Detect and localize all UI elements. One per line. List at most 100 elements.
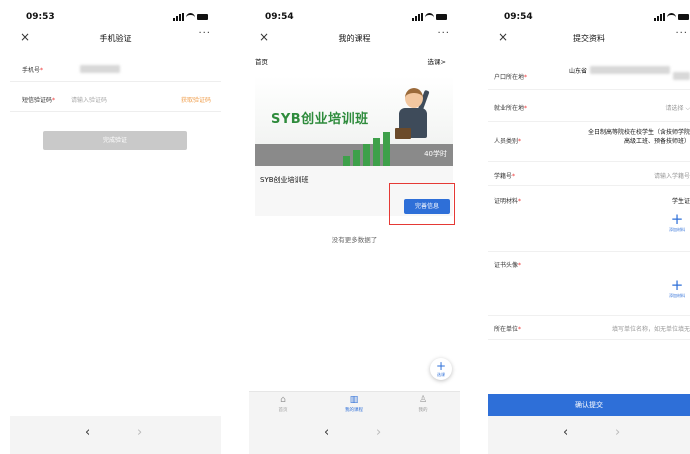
phone-value-blurred (80, 65, 120, 73)
status-icons (173, 13, 209, 21)
page-title: 提交资料 (573, 34, 605, 43)
photo-row: 证书头像* + 添加材料 (488, 252, 690, 316)
nav-bar: × 提交资料 ··· (488, 28, 690, 50)
plus-icon: + (670, 276, 684, 294)
hukou-row[interactable]: 户口所在地* 山东省 (488, 58, 690, 90)
signal-icon (173, 18, 175, 21)
hukou-province: 山东省 (569, 68, 588, 75)
book-icon: ▥ (349, 395, 359, 405)
banner-bar-graphic (363, 144, 370, 166)
select-course-fab[interactable]: + 选课 (430, 358, 452, 380)
my-courses-screen: 09:54 × 我的课程 ··· 首页 选课> SYB创业培训班 40学时 SY… (249, 0, 460, 454)
job-location-select[interactable]: 请选择 ⌵ (666, 103, 690, 113)
student-id-input[interactable]: 请输入学籍号 (654, 171, 690, 180)
more-icon[interactable]: ··· (198, 28, 211, 39)
course-name: SYB创业培训班 (260, 176, 309, 184)
forward-icon[interactable]: › (376, 425, 381, 440)
status-icons (412, 13, 448, 21)
photo-label: 证书头像* (494, 262, 522, 269)
nav-bar: × 我的课程 ··· (249, 28, 460, 50)
person-icon: ♙ (418, 395, 428, 405)
job-location-row[interactable]: 就业所在地* 请选择 ⌵ (488, 90, 690, 122)
signal-icon (663, 13, 665, 21)
sms-row: 短信验证码* 请输入验证码 获取验证码 (10, 86, 221, 112)
more-icon[interactable]: ··· (675, 28, 688, 39)
proof-label: 证明材料* (494, 198, 522, 205)
wifi-icon (667, 13, 676, 22)
signal-icon (176, 16, 178, 21)
signal-icon (421, 13, 423, 21)
page-title: 我的课程 (338, 34, 371, 43)
status-time: 09:54 (265, 12, 294, 22)
more-icon[interactable]: ··· (437, 28, 450, 39)
add-photo-button[interactable]: + 添加材料 (666, 278, 688, 299)
wifi-icon (425, 13, 434, 22)
add-material-button[interactable]: + 添加材料 (666, 212, 688, 233)
fab-label: 选课 (437, 372, 445, 377)
org-label: 所在单位* (494, 326, 522, 333)
category-label: 人员类别* (494, 138, 522, 145)
signal-icon (415, 16, 417, 21)
category-row[interactable]: 人员类别* 全日制高等院校在校学生（含技师学院 高级工班、预备技师班） (488, 122, 690, 162)
browser-toolbar: ‹ › (10, 416, 221, 454)
signal-icon (182, 13, 184, 21)
browser-toolbar: ‹ › (249, 416, 460, 454)
signal-icon (660, 14, 662, 21)
confirm-submit-button[interactable]: 确认提交 (488, 394, 690, 416)
sms-label: 短信验证码* (22, 97, 56, 104)
plus-icon: + (670, 210, 684, 228)
browser-toolbar: ‹ › (488, 416, 690, 454)
forward-icon[interactable]: › (137, 425, 142, 440)
org-input[interactable]: 填写单位名称，如无单位填无 (612, 324, 690, 333)
banner-bar-graphic (353, 150, 360, 166)
signal-icon (418, 14, 420, 21)
submit-info-screen: 09:54 × 提交资料 ··· 户口所在地* 山东省 就业所在地* 请选择 ⌵… (488, 0, 690, 454)
forward-icon[interactable]: › (615, 425, 620, 440)
complete-verify-button[interactable]: 完成验证 (43, 131, 187, 150)
student-id-label: 学籍号* (494, 173, 516, 180)
back-icon[interactable]: ‹ (563, 425, 568, 440)
student-id-row[interactable]: 学籍号* 请输入学籍号 (488, 162, 690, 186)
phone-verify-screen: 09:53 × 手机验证 ··· 手机号* 短信验证码* 请输入验证码 获取验证… (10, 0, 221, 454)
battery-icon (436, 14, 447, 20)
tab-label: 我的 (418, 408, 428, 413)
get-code-button[interactable]: 获取验证码 (181, 95, 211, 104)
hukou-value-blurred (673, 72, 690, 80)
battery-icon (197, 14, 208, 20)
status-icons (654, 13, 690, 21)
battery-icon (678, 14, 689, 20)
tab-me[interactable]: ♙ 我的 (403, 395, 443, 413)
tab-bar: ⌂ 首页 ▥ 我的课程 ♙ 我的 (249, 391, 460, 417)
signal-icon (657, 16, 659, 21)
banner-bar-graphic (343, 156, 350, 166)
hukou-label: 户口所在地* (494, 74, 528, 81)
tab-home[interactable]: ⌂ 首页 (263, 395, 303, 413)
no-more-data: 没有更多数据了 (331, 236, 378, 244)
status-bar: 09:54 (488, 0, 690, 28)
sms-code-input[interactable]: 请输入验证码 (71, 95, 107, 104)
page-title: 手机验证 (99, 34, 132, 43)
nav-bar: × 手机验证 ··· (10, 28, 221, 50)
proof-row: 证明材料* 学生证 + 添加材料 (488, 186, 690, 252)
back-icon[interactable]: ‹ (85, 425, 90, 440)
tab-label: 首页 (278, 408, 288, 413)
status-bar: 09:54 (249, 0, 460, 28)
category-value[interactable]: 全日制高等院校在校学生（含技师学院 高级工班、预备技师班） (588, 128, 690, 146)
status-time: 09:54 (504, 12, 533, 22)
add-material-label: 添加材料 (669, 227, 685, 232)
tab-my-courses[interactable]: ▥ 我的课程 (334, 395, 374, 413)
tab-label: 我的课程 (345, 408, 363, 413)
breadcrumb-home[interactable]: 首页 (255, 56, 268, 66)
add-material-label: 添加材料 (669, 293, 685, 298)
phone-label: 手机号* (22, 67, 44, 74)
signal-icon (179, 14, 181, 21)
status-bar: 09:53 (10, 0, 221, 28)
signal-icon (654, 18, 656, 21)
back-icon[interactable]: ‹ (324, 425, 329, 440)
org-row[interactable]: 所在单位* 填写单位名称，如无单位填无 (488, 316, 690, 340)
banner-bar-graphic (373, 138, 380, 166)
banner-title: SYB创业培训班 (271, 112, 369, 127)
select-course-link[interactable]: 选课> (428, 56, 446, 66)
home-icon: ⌂ (280, 395, 286, 405)
course-hours: 40学时 (424, 150, 447, 158)
